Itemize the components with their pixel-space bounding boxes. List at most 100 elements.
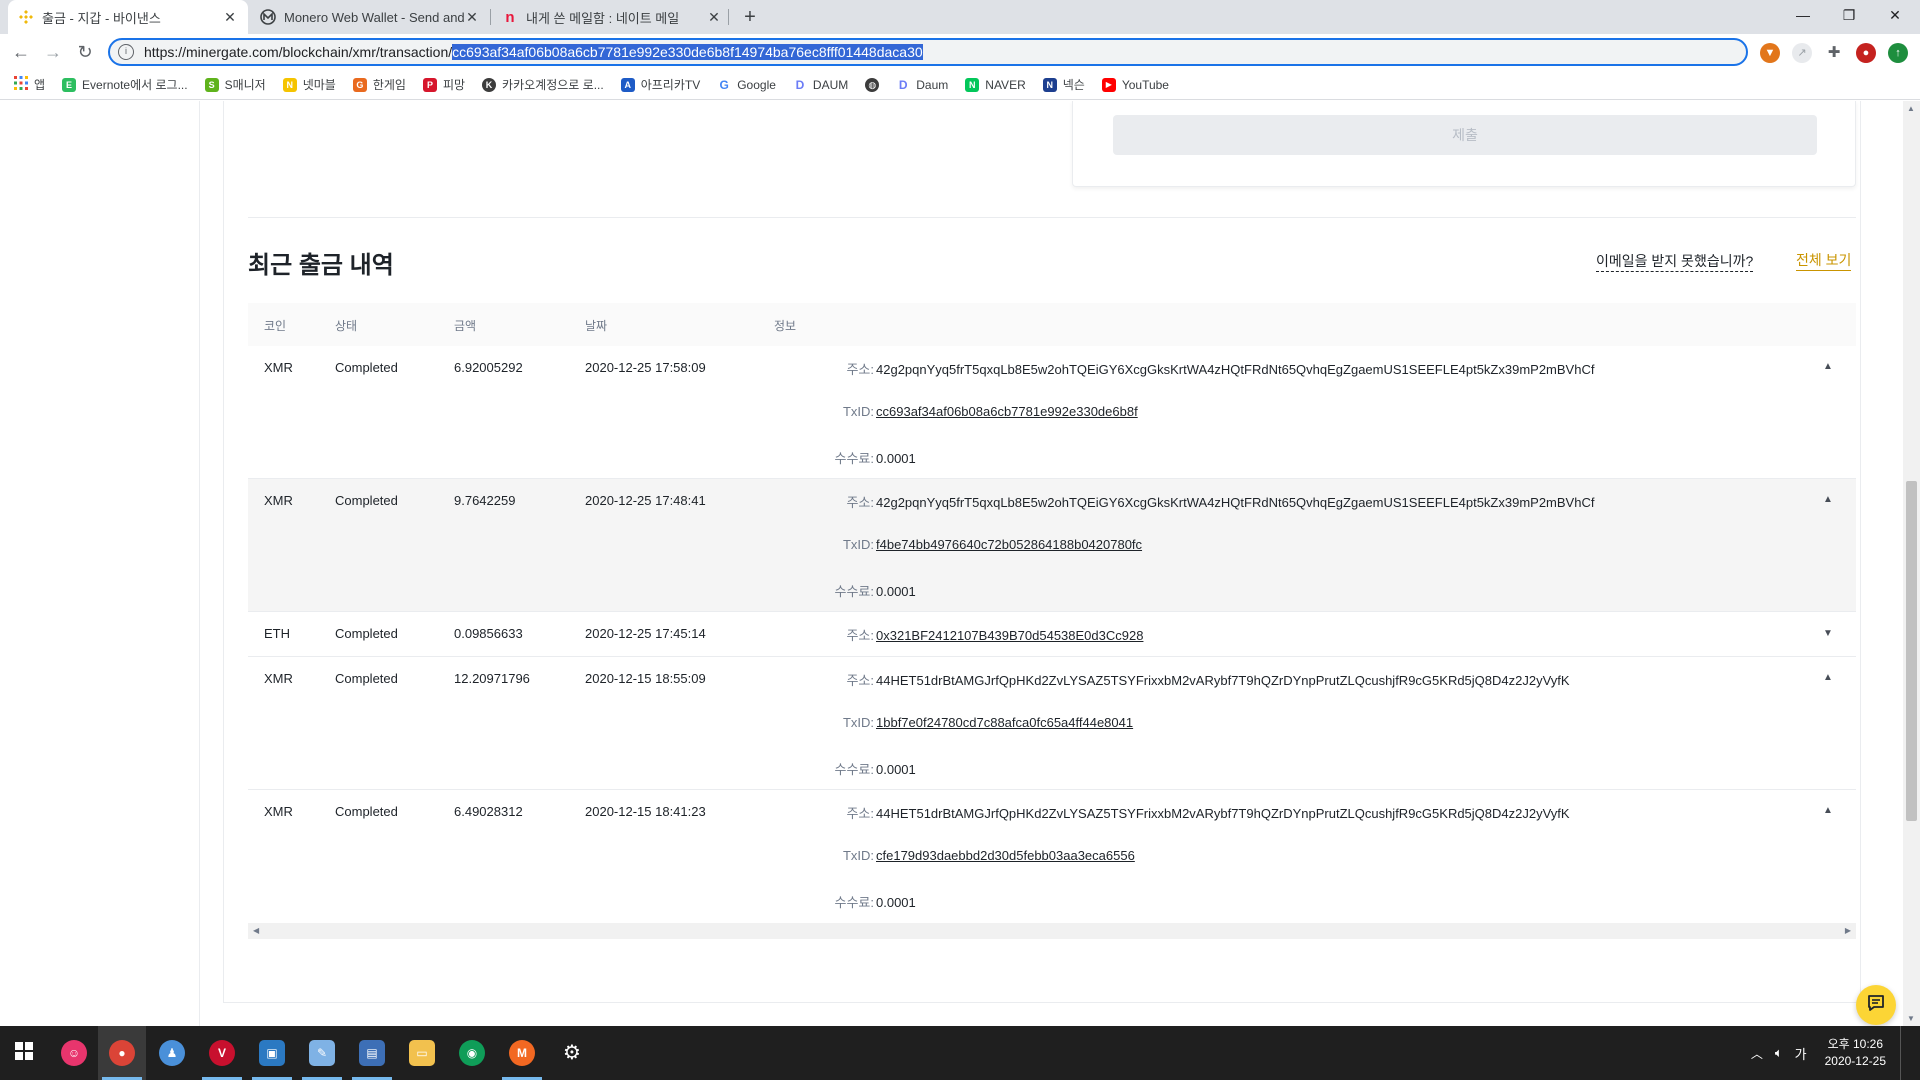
globe-icon: ◍ (865, 77, 880, 92)
extension-icon[interactable]: ↗ (1792, 43, 1812, 63)
site-info-icon[interactable]: i (118, 44, 134, 60)
monero-icon: M (509, 1040, 535, 1066)
taskbar-app-notes[interactable]: ✎ (298, 1026, 346, 1080)
view-all-link[interactable]: 전체 보기 (1796, 250, 1852, 271)
puzzle-icon[interactable]: ✚ (1824, 43, 1844, 63)
horizontal-scrollbar[interactable]: ◀ ▶ (248, 923, 1856, 939)
bookmark-label: 피망 (442, 78, 466, 92)
submit-button[interactable]: 제출 (1113, 115, 1817, 155)
youtube-icon: ▶ (1101, 77, 1116, 92)
new-tab-button[interactable]: + (738, 5, 762, 29)
tab-binance-withdraw[interactable]: 출금 - 지갑 - 바이낸스 ✕ (8, 0, 248, 34)
address-label: 주소: (846, 628, 874, 643)
bookmark-label: 앱 (34, 78, 46, 92)
taskbar-app-users[interactable]: ♟ (148, 1026, 196, 1080)
left-sidebar (0, 101, 200, 1026)
taskbar-app-monero[interactable]: M (498, 1026, 546, 1080)
chevron-up-icon[interactable]: ▲ (1822, 672, 1834, 683)
bookmark-pmang[interactable]: P 피망 (422, 76, 466, 93)
clock[interactable]: 오후 10:26 2020-12-25 (1825, 1036, 1886, 1070)
taskbar-app-v3[interactable]: V (198, 1026, 246, 1080)
bookmark-label: NAVER (985, 77, 1026, 92)
bookmark-hangame[interactable]: G 한게임 (352, 76, 406, 93)
txid-link[interactable]: 1bbf7e0f24780cd7c88afca0fc65a4ff44e8041 (876, 715, 1158, 730)
bookmark-nexon[interactable]: N 넥슨 (1042, 76, 1085, 93)
table-row[interactable]: XMR Completed 12.20971796 2020-12-15 18:… (248, 657, 1856, 790)
bookmark-globe[interactable]: ◍ (865, 77, 880, 92)
bookmark-daum[interactable]: D DAUM (793, 78, 849, 92)
taskbar-app-chrome[interactable]: ● (98, 1026, 146, 1080)
column-amount: 금액 (454, 319, 477, 333)
notification-icon[interactable] (1900, 1026, 1920, 1080)
forward-arrow-icon[interactable]: → (40, 40, 66, 64)
minimize-button[interactable]: — (1780, 0, 1826, 30)
row-status: Completed (335, 626, 398, 641)
bookmark-kakao[interactable]: K 카카오계정으로 로... (482, 76, 604, 93)
chevron-up-icon[interactable]: ▲ (1822, 494, 1834, 505)
speaker-icon[interactable]: 🔈︎ (1775, 1045, 1783, 1061)
close-icon[interactable]: ✕ (706, 9, 722, 25)
scroll-left-icon[interactable]: ◀ (253, 926, 259, 935)
chevron-up-icon[interactable]: ︿ (1751, 1045, 1763, 1062)
address-link[interactable]: 0x321BF2412107B439B70d54538E0d3Cc928 (876, 628, 1143, 643)
scroll-up-icon[interactable]: ▲ (1907, 104, 1915, 113)
restore-button[interactable]: ❐ (1826, 0, 1872, 30)
table-row[interactable]: ETH Completed 0.09856633 2020-12-25 17:4… (248, 612, 1856, 657)
back-arrow-icon[interactable]: ← (8, 40, 34, 64)
bookmark-smanager[interactable]: S S매니저 (204, 76, 266, 93)
txid-link[interactable]: f4be74bb4976640c72b052864188b0420780fc (876, 537, 1158, 552)
scroll-down-icon[interactable]: ▼ (1907, 1014, 1915, 1023)
tab-nate-mail[interactable]: n 내게 쓴 메일함 : 네이트 메일 ✕ (492, 0, 732, 34)
scroll-right-icon[interactable]: ▶ (1845, 926, 1851, 935)
section-title: 최근 출금 내역 (248, 252, 394, 279)
hangame-icon: G (352, 77, 367, 92)
vertical-scrollbar[interactable]: ▲ ▼ (1903, 101, 1920, 1026)
bookmark-youtube[interactable]: ▶ YouTube (1101, 77, 1169, 92)
start-button[interactable] (0, 1026, 48, 1080)
scrollbar-thumb[interactable] (1906, 481, 1917, 821)
tab-label: 출금 - 지갑 - 바이낸스 (42, 10, 161, 26)
metamask-icon[interactable]: ▼ (1760, 43, 1780, 63)
close-window-button[interactable]: ✕ (1872, 0, 1918, 30)
taskbar-app-explorer[interactable]: ▭ (398, 1026, 446, 1080)
bookmark-netmarble[interactable]: N 넷마블 (282, 76, 336, 93)
taskbar-app-monitor[interactable]: ▣ (248, 1026, 296, 1080)
bookmark-apps[interactable]: 앱 (14, 76, 45, 93)
email-not-received-link[interactable]: 이메일을 받지 못했습니까? (1596, 251, 1754, 272)
txid-link[interactable]: cfe179d93daebbd2d30d5febb03aa3eca6556 (876, 848, 1158, 863)
txid-label: TxID: (842, 848, 874, 863)
bookmark-naver[interactable]: N NAVER (965, 77, 1026, 92)
close-icon[interactable]: ✕ (222, 9, 238, 25)
chevron-up-icon[interactable]: ▲ (1822, 805, 1834, 816)
table-row[interactable]: XMR Completed 6.49028312 2020-12-15 18:4… (248, 790, 1856, 923)
fee-value: 0.0001 (876, 451, 916, 466)
table-row[interactable]: XMR Completed 9.7642259 2020-12-25 17:48… (248, 479, 1856, 612)
close-icon[interactable]: ✕ (464, 9, 480, 25)
address-label: 주소: (846, 495, 874, 510)
chevron-down-icon[interactable]: ▼ (1822, 628, 1834, 639)
tab-monero-wallet[interactable]: Monero Web Wallet - Send and ✕ (250, 0, 490, 34)
bookmark-daum-2[interactable]: D Daum (896, 78, 948, 92)
taskbar-app-chrome-2[interactable]: ◉ (448, 1026, 496, 1080)
chat-app-icon: ☺ (61, 1040, 87, 1066)
windows-taskbar: ☺ ● ♟ V ▣ ✎ ▤ ▭ ◉ M ⚙ ︿ 🔈︎ 가 오후 10:26 20… (0, 1026, 1920, 1080)
bookmark-google[interactable]: G Google (717, 78, 776, 92)
support-chat-button[interactable] (1856, 985, 1896, 1025)
taskbar-app-chat[interactable]: ☺ (50, 1026, 98, 1080)
chevron-up-icon[interactable]: ▲ (1822, 361, 1834, 372)
daum-icon: D (898, 77, 908, 92)
row-txid: TxID: cc693af34af06b08a6cb7781e992e330de6… (826, 404, 1158, 419)
table-row[interactable]: XMR Completed 6.92005292 2020-12-25 17:5… (248, 346, 1856, 479)
reload-icon[interactable]: ↻ (72, 40, 98, 64)
taskbar-app-window[interactable]: ▤ (348, 1026, 396, 1080)
txid-link[interactable]: cc693af34af06b08a6cb7781e992e330de6b8f (876, 404, 1158, 419)
row-status: Completed (335, 804, 398, 819)
bookmark-afreecatv[interactable]: A 아프리카TV (620, 76, 700, 93)
update-icon[interactable]: ↑ (1888, 43, 1908, 63)
bookmark-evernote[interactable]: E Evernote에서 로그... (62, 76, 188, 93)
ime-indicator[interactable]: 가 (1795, 1044, 1807, 1063)
profile-avatar[interactable]: ● (1856, 43, 1876, 63)
taskbar-app-settings[interactable]: ⚙ (548, 1026, 596, 1080)
row-date: 2020-12-15 18:55:09 (585, 671, 706, 686)
address-bar[interactable]: i https://minergate.com/blockchain/xmr/t… (108, 38, 1748, 66)
